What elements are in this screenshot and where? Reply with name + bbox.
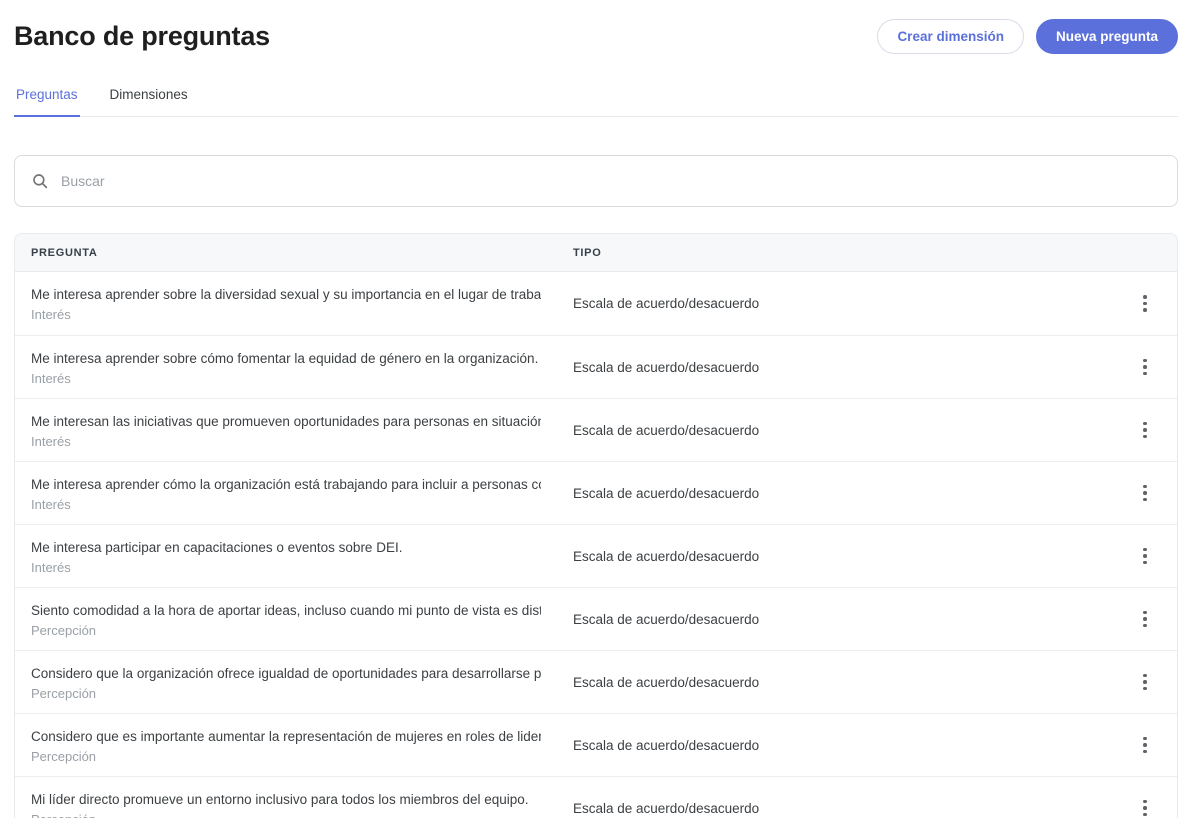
question-text: Me interesa aprender sobre la diversidad… — [31, 285, 541, 304]
row-menu-button[interactable] — [1135, 666, 1155, 699]
question-category: Interés — [31, 307, 541, 322]
question-category: Interés — [31, 434, 541, 449]
question-text: Me interesa participar en capacitaciones… — [31, 538, 541, 557]
row-menu-button[interactable] — [1135, 540, 1155, 573]
row-menu-button[interactable] — [1135, 351, 1155, 384]
table-row: Me interesa participar en capacitaciones… — [15, 524, 1177, 587]
question-type: Escala de acuerdo/desacuerdo — [557, 486, 1113, 501]
question-category: Percepción — [31, 623, 541, 638]
table-row: Considero que es importante aumentar la … — [15, 713, 1177, 776]
tabs: Preguntas Dimensiones — [14, 81, 1178, 117]
question-category: Percepción — [31, 749, 541, 764]
tab-preguntas[interactable]: Preguntas — [14, 81, 80, 117]
question-type: Escala de acuerdo/desacuerdo — [557, 360, 1113, 375]
question-text: Considero que es importante aumentar la … — [31, 727, 541, 746]
table-row: Me interesa aprender sobre cómo fomentar… — [15, 335, 1177, 398]
table-row: Considero que la organización ofrece igu… — [15, 650, 1177, 713]
question-text: Siento comodidad a la hora de aportar id… — [31, 601, 541, 620]
new-question-button[interactable]: Nueva pregunta — [1036, 19, 1178, 54]
row-menu-button[interactable] — [1135, 287, 1155, 320]
column-header-tipo: TIPO — [557, 247, 1113, 259]
row-menu-button[interactable] — [1135, 477, 1155, 510]
table-header: PREGUNTA TIPO — [15, 234, 1177, 272]
table-row: Me interesan las iniciativas que promuev… — [15, 398, 1177, 461]
row-menu-button[interactable] — [1135, 729, 1155, 762]
question-type: Escala de acuerdo/desacuerdo — [557, 296, 1113, 311]
question-type: Escala de acuerdo/desacuerdo — [557, 801, 1113, 816]
row-menu-button[interactable] — [1135, 414, 1155, 447]
table-row: Me interesa aprender cómo la organizació… — [15, 461, 1177, 524]
question-type: Escala de acuerdo/desacuerdo — [557, 612, 1113, 627]
question-type: Escala de acuerdo/desacuerdo — [557, 549, 1113, 564]
table-row: Mi líder directo promueve un entorno inc… — [15, 776, 1177, 818]
search-input[interactable] — [61, 173, 1161, 189]
tab-dimensiones[interactable]: Dimensiones — [108, 81, 190, 117]
question-bank-page: Banco de preguntas Crear dimensión Nueva… — [0, 0, 1192, 818]
question-text: Mi líder directo promueve un entorno inc… — [31, 790, 541, 809]
question-category: Percepción — [31, 812, 541, 818]
topbar: Banco de preguntas Crear dimensión Nueva… — [14, 0, 1178, 54]
create-dimension-button[interactable]: Crear dimensión — [877, 19, 1024, 54]
question-type: Escala de acuerdo/desacuerdo — [557, 675, 1113, 690]
column-header-pregunta: PREGUNTA — [15, 247, 557, 259]
question-category: Interés — [31, 371, 541, 386]
question-type: Escala de acuerdo/desacuerdo — [557, 738, 1113, 753]
question-text: Me interesa aprender cómo la organizació… — [31, 475, 541, 494]
questions-table: PREGUNTA TIPO Me interesa aprender sobre… — [14, 233, 1178, 818]
row-menu-button[interactable] — [1135, 603, 1155, 636]
page-title: Banco de preguntas — [14, 21, 270, 52]
question-type: Escala de acuerdo/desacuerdo — [557, 423, 1113, 438]
header-actions: Crear dimensión Nueva pregunta — [877, 19, 1178, 54]
question-text: Considero que la organización ofrece igu… — [31, 664, 541, 683]
search-box[interactable] — [14, 155, 1178, 207]
table-row: Siento comodidad a la hora de aportar id… — [15, 587, 1177, 650]
table-row: Me interesa aprender sobre la diversidad… — [15, 272, 1177, 335]
row-menu-button[interactable] — [1135, 792, 1155, 818]
search-icon — [31, 172, 49, 190]
question-category: Interés — [31, 497, 541, 512]
question-category: Interés — [31, 560, 541, 575]
question-text: Me interesa aprender sobre cómo fomentar… — [31, 349, 541, 368]
question-category: Percepción — [31, 686, 541, 701]
question-text: Me interesan las iniciativas que promuev… — [31, 412, 541, 431]
